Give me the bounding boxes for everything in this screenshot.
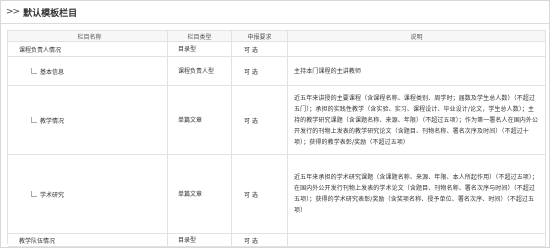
tree-branch-icon xyxy=(31,190,37,197)
row-name: 教学情况 xyxy=(40,117,65,125)
row-description: 近五年来承担的学术研究课题（含课题名称、来源、年限、本人所起作用）（不超过五项）… xyxy=(288,155,546,233)
row-description: 近五年来讲授的主要课程（含课程名称、课程类别、周学时；届数及学生总人数）（不超过… xyxy=(288,86,546,154)
expand-arrow-icon[interactable]: >> xyxy=(6,7,20,17)
col-header-description: 说明 xyxy=(288,31,546,41)
col-header-requirement: 申报要求 xyxy=(232,31,288,41)
row-name: 学术研究 xyxy=(40,191,65,199)
column-table: 栏目名称 栏目类型 申报要求 说明 课程负责人情况 目录型 可 选 基本信息 课… xyxy=(7,30,546,247)
tree-branch-icon xyxy=(31,116,37,123)
col-header-type: 栏目类型 xyxy=(168,31,232,41)
table-header-row: 栏目名称 栏目类型 申报要求 说明 xyxy=(8,31,546,42)
template-panel: >> 默认模板栏目 栏目名称 栏目类型 申报要求 说明 课程负责人情况 目录型 … xyxy=(0,0,550,248)
row-description: 主持本门课程的主讲教师 xyxy=(288,57,546,85)
panel-title: 默认模板栏目 xyxy=(23,8,78,19)
row-name: 课程负责人情况 xyxy=(19,46,62,54)
row-name: 基本信息 xyxy=(40,68,65,76)
table-row[interactable]: 基本信息 课程负责人型 可 选 主持本门课程的主讲教师 xyxy=(8,57,546,86)
row-requirement: 可 选 xyxy=(232,42,288,56)
panel-header: >> 默认模板栏目 xyxy=(1,1,549,24)
table-row[interactable]: 教学队伍情况 目录型 可 选 xyxy=(8,234,546,247)
row-requirement: 可 选 xyxy=(232,86,288,154)
table-row[interactable]: 学术研究 单篇文章 可 选 近五年来承担的学术研究课题（含课题名称、来源、年限、… xyxy=(8,155,546,234)
col-header-name: 栏目名称 xyxy=(8,31,168,41)
row-type: 目录型 xyxy=(168,234,232,246)
tree-branch-icon xyxy=(31,67,37,74)
row-type: 单篇文章 xyxy=(168,155,232,233)
row-type: 课程负责人型 xyxy=(168,57,232,85)
row-type: 目录型 xyxy=(168,42,232,56)
table-row[interactable]: 教学情况 单篇文章 可 选 近五年来讲授的主要课程（含课程名称、课程类别、周学时… xyxy=(8,86,546,155)
row-requirement: 可 选 xyxy=(232,155,288,233)
row-requirement: 可 选 xyxy=(232,57,288,85)
row-description xyxy=(288,234,546,246)
row-name: 教学队伍情况 xyxy=(19,237,56,245)
row-requirement: 可 选 xyxy=(232,234,288,246)
row-type: 单篇文章 xyxy=(168,86,232,154)
row-description xyxy=(288,42,546,56)
table-row[interactable]: 课程负责人情况 目录型 可 选 xyxy=(8,42,546,57)
